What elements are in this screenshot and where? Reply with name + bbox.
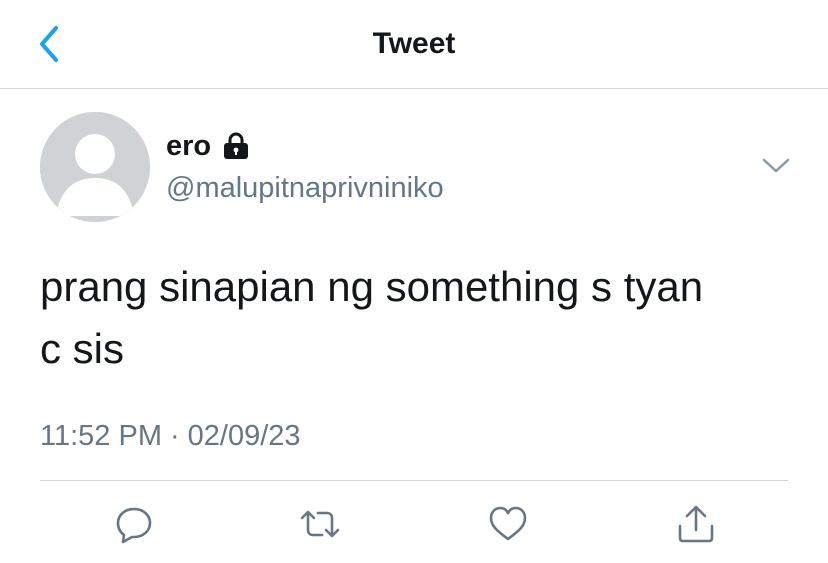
timestamp-separator: ·	[169, 420, 180, 452]
author-display-name[interactable]: ero	[166, 126, 211, 166]
like-button[interactable]	[486, 502, 530, 546]
tweet-date: 02/09/23	[187, 420, 301, 452]
tweet-timestamp: 11:52 PM · 02/09/23	[40, 416, 301, 456]
top-nav-bar: Tweet	[0, 0, 828, 89]
lock-icon	[221, 131, 251, 161]
tweet-menu-button[interactable]	[760, 152, 792, 180]
author-handle[interactable]: @malupitnaprivniniko	[166, 168, 444, 208]
reply-icon	[116, 507, 152, 544]
avatar[interactable]	[40, 112, 150, 222]
share-button[interactable]	[674, 502, 718, 546]
tweet-text: prang sinapian ng something s tyan c sis	[40, 263, 704, 372]
page-title: Tweet	[372, 27, 456, 60]
retweet-icon	[300, 510, 340, 538]
tweet-time: 11:52 PM	[40, 420, 162, 452]
divider	[40, 480, 788, 481]
retweet-button[interactable]	[298, 502, 342, 546]
share-icon	[678, 505, 714, 543]
reply-button[interactable]	[112, 502, 156, 546]
author-name-row: ero	[166, 126, 251, 166]
chevron-down-icon	[762, 158, 790, 173]
tweet-detail-screen: Tweet ero @malupitnaprivniniko prang sin…	[0, 0, 828, 563]
heart-icon	[489, 506, 527, 541]
default-avatar-icon	[40, 112, 150, 222]
